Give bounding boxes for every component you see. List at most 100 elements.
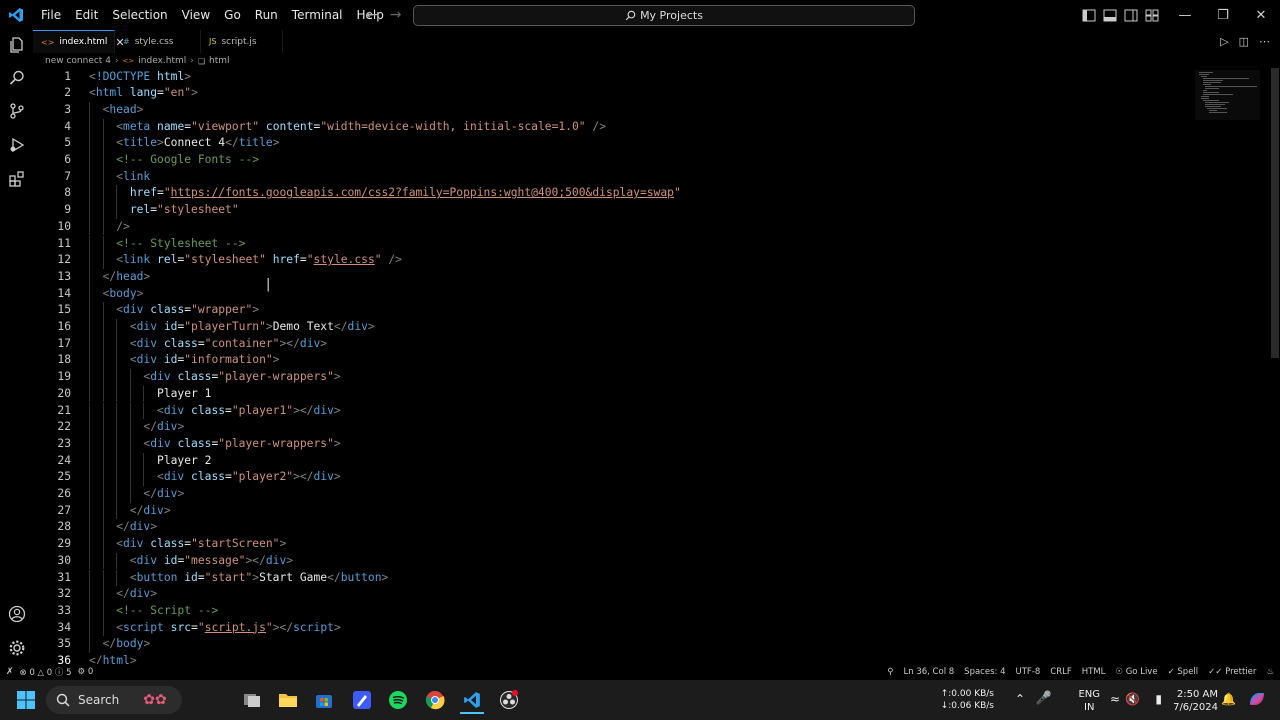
code-line[interactable]: 18 <div id="information">	[33, 352, 1193, 370]
code-line[interactable]: 2 <html lang="en">	[33, 85, 1193, 102]
back-arrow-icon[interactable]: ←	[366, 7, 378, 23]
spotify-icon[interactable]	[386, 688, 410, 712]
tab-index-html[interactable]: <> index.html ✕	[33, 30, 125, 53]
problems-indicator[interactable]: ⊗ 0 △ 0 ⓘ 5	[20, 666, 72, 678]
source-control-icon[interactable]	[6, 100, 28, 122]
pen-app-icon[interactable]	[350, 688, 374, 712]
code-line[interactable]: 25 <div class="player2"></div>	[33, 469, 1193, 486]
microphone-icon[interactable]: 🎤	[1036, 691, 1052, 706]
code-line[interactable]: 13 </head>	[33, 268, 1193, 286]
indentation[interactable]: Spaces: 4	[964, 667, 1005, 677]
language-indicator[interactable]: ENG IN	[1078, 688, 1100, 714]
code-line[interactable]: 30 <div id="message"></div>	[33, 552, 1193, 570]
code-line[interactable]: 5 <title>Connect 4</title>	[33, 135, 1193, 152]
speaker-muted-icon[interactable]: 🔇	[1125, 692, 1140, 706]
code-editor[interactable]: 1 <!DOCTYPE html> 2 <html lang="en"> 3 <head…	[33, 68, 1268, 664]
code-line[interactable]: 23 <div class="player-wrappers">	[33, 435, 1193, 453]
close-window-icon[interactable]: ✕	[1242, 0, 1280, 30]
customize-layout-icon[interactable]	[1145, 9, 1159, 22]
code-line[interactable]: 14 <body>	[33, 285, 1193, 303]
chevron-up-icon[interactable]: ⌃	[1015, 692, 1025, 706]
code-line[interactable]: 15 <div class="wrapper">	[33, 302, 1193, 319]
toggle-sidebar-icon[interactable]	[1082, 9, 1096, 22]
encoding[interactable]: UTF-8	[1015, 667, 1040, 677]
cursor-position[interactable]: Ln 36, Col 8	[904, 667, 955, 677]
code-line[interactable]: 10 />	[33, 218, 1193, 236]
code-line[interactable]: 24 Player 2	[33, 452, 1193, 470]
prettier-button[interactable]: ✓✓ Prettier	[1208, 667, 1256, 677]
run-file-icon[interactable]: ▷	[1220, 35, 1228, 48]
breadcrumb-file[interactable]: index.html	[138, 56, 186, 66]
toggle-secondary-sidebar-icon[interactable]	[1124, 9, 1138, 22]
command-center[interactable]: My Projects	[413, 5, 915, 26]
account-icon[interactable]	[6, 603, 28, 625]
battery-icon[interactable]: ▮	[1155, 692, 1162, 706]
notifications-bell-icon[interactable]: ♨	[1266, 667, 1274, 677]
vscode-taskbar-icon[interactable]	[460, 688, 484, 714]
menu-go[interactable]: Go	[217, 0, 248, 30]
taskbar-search[interactable]: Search ✿✿	[46, 686, 182, 714]
split-editor-icon[interactable]: ◫	[1239, 35, 1249, 48]
code-line[interactable]: 20 Player 1	[33, 385, 1193, 403]
code-line[interactable]: 35 </body>	[33, 636, 1193, 653]
tab-style-css[interactable]: # style.css	[115, 30, 201, 53]
restore-icon[interactable]: ❐	[1204, 0, 1242, 30]
breadcrumb-folder[interactable]: new connect 4	[45, 56, 111, 66]
copilot-icon[interactable]	[1246, 688, 1268, 713]
zoom-icon[interactable]: ⚲	[887, 667, 893, 677]
minimap[interactable]	[1195, 70, 1260, 120]
ports-indicator[interactable]: ⚙ 0	[78, 667, 94, 677]
minimize-icon[interactable]: —	[1166, 0, 1204, 30]
remote-icon[interactable]: ✗	[6, 667, 14, 677]
code-line[interactable]: 34 <script src="script.js"></script>	[33, 619, 1193, 637]
menu-view[interactable]: View	[175, 0, 217, 30]
code-line[interactable]: 7 <link	[33, 168, 1193, 186]
code-line[interactable]: 6 <!-- Google Fonts -->	[33, 152, 1193, 169]
code-line[interactable]: 19 <div class="player-wrappers">	[33, 369, 1193, 386]
code-line[interactable]: 16 <div id="playerTurn">Demo Text</div>	[33, 319, 1193, 336]
explorer-icon[interactable]	[6, 34, 28, 56]
code-line[interactable]: 27 </div>	[33, 502, 1193, 520]
task-view-icon[interactable]	[240, 688, 264, 712]
code-line[interactable]: 4 <meta name="viewport" content="width=d…	[33, 118, 1193, 136]
code-line[interactable]: 3 <head>	[33, 101, 1193, 119]
wifi-icon[interactable]: ≈	[1110, 692, 1120, 706]
code-line[interactable]: 31 <button id="start">Start Game</button…	[33, 569, 1193, 587]
code-line[interactable]: 11 <!-- Stylesheet -->	[33, 235, 1193, 253]
search-sidebar-icon[interactable]	[6, 67, 28, 89]
clock[interactable]: 2:50 AM 7/6/2024	[1173, 688, 1218, 714]
menu-edit[interactable]: Edit	[68, 0, 105, 30]
code-line[interactable]: 29 <div class="startScreen">	[33, 536, 1193, 553]
microsoft-store-icon[interactable]	[312, 688, 336, 712]
code-line[interactable]: 8 href="https://fonts.googleapis.com/css…	[33, 185, 1193, 203]
tab-script-js[interactable]: JS script.js	[201, 30, 283, 53]
run-debug-icon[interactable]	[6, 134, 28, 156]
code-line[interactable]: 32 </div>	[33, 586, 1193, 603]
obs-recorder-icon[interactable]	[497, 688, 521, 712]
settings-gear-icon[interactable]	[6, 637, 28, 659]
spell-button[interactable]: ✓ Spell	[1168, 667, 1199, 677]
language-mode[interactable]: HTML	[1082, 667, 1106, 677]
more-actions-icon[interactable]: ⋯	[1259, 35, 1270, 48]
code-line[interactable]: 1 <!DOCTYPE html>	[33, 69, 1193, 86]
chrome-icon[interactable]	[423, 688, 447, 712]
breadcrumb-symbol[interactable]: html	[209, 56, 230, 66]
code-line[interactable]: 33 <!-- Script -->	[33, 602, 1193, 620]
code-line[interactable]: 26 </div>	[33, 486, 1193, 503]
menu-run[interactable]: Run	[248, 0, 285, 30]
extensions-icon[interactable]	[6, 168, 28, 190]
code-line[interactable]: 28 </div>	[33, 519, 1193, 537]
menu-file[interactable]: File	[34, 0, 68, 30]
line-ending[interactable]: CRLF	[1050, 667, 1071, 677]
code-line[interactable]: 36 </html>	[33, 653, 1193, 664]
notification-bell-icon[interactable]: 🔔	[1221, 692, 1236, 706]
code-line[interactable]: 21 <div class="player1"></div>	[33, 402, 1193, 420]
code-line[interactable]: 17 <div class="container"></div>	[33, 335, 1193, 353]
code-line[interactable]: 9 rel="stylesheet"	[33, 202, 1193, 219]
go-live-button[interactable]: ☉ Go Live	[1115, 667, 1157, 677]
scrollbar-thumb[interactable]	[1271, 68, 1279, 358]
code-line[interactable]: 22 </div>	[33, 419, 1193, 436]
code-line[interactable]: 12 <link rel="stylesheet" href="style.cs…	[33, 252, 1193, 269]
file-explorer-icon[interactable]	[276, 688, 300, 712]
forward-arrow-icon[interactable]: →	[390, 7, 402, 23]
